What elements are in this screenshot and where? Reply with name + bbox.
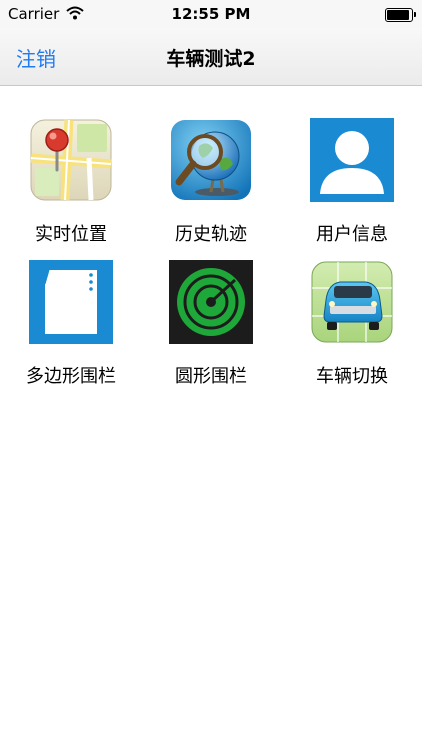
menu-item-label: 圆形围栏 bbox=[175, 366, 247, 387]
menu-item-label: 车辆切换 bbox=[316, 366, 388, 387]
menu-item-circle-fence[interactable]: 圆形围栏 bbox=[141, 260, 281, 400]
status-time: 12:55 PM bbox=[171, 5, 251, 23]
menu-item-vehicle-switch[interactable]: 车辆切换 bbox=[282, 260, 422, 400]
battery-icon bbox=[385, 8, 416, 22]
radar-icon bbox=[169, 260, 253, 344]
car-icon bbox=[311, 261, 393, 343]
status-bar: Carrier 12:55 PM bbox=[0, 0, 422, 28]
menu-item-label: 实时位置 bbox=[35, 224, 107, 245]
page-title: 车辆测试2 bbox=[166, 48, 256, 70]
menu-item-label: 用户信息 bbox=[316, 224, 388, 245]
polygon-fence-icon bbox=[29, 260, 113, 344]
menu-item-realtime-location[interactable]: 实时位置 bbox=[1, 118, 141, 258]
menu-item-label: 多边形围栏 bbox=[26, 366, 116, 387]
map-pin-icon bbox=[30, 119, 112, 201]
battery-fill bbox=[387, 10, 409, 20]
user-icon bbox=[310, 118, 394, 202]
menu-item-history-track[interactable]: 历史轨迹 bbox=[141, 118, 281, 258]
menu-item-label: 历史轨迹 bbox=[175, 224, 247, 245]
globe-search-icon bbox=[171, 120, 251, 200]
navigation-bar: 注销 车辆测试2 bbox=[0, 28, 422, 86]
menu-item-user-info[interactable]: 用户信息 bbox=[282, 118, 422, 258]
menu-item-polygon-fence[interactable]: 多边形围栏 bbox=[1, 260, 141, 400]
